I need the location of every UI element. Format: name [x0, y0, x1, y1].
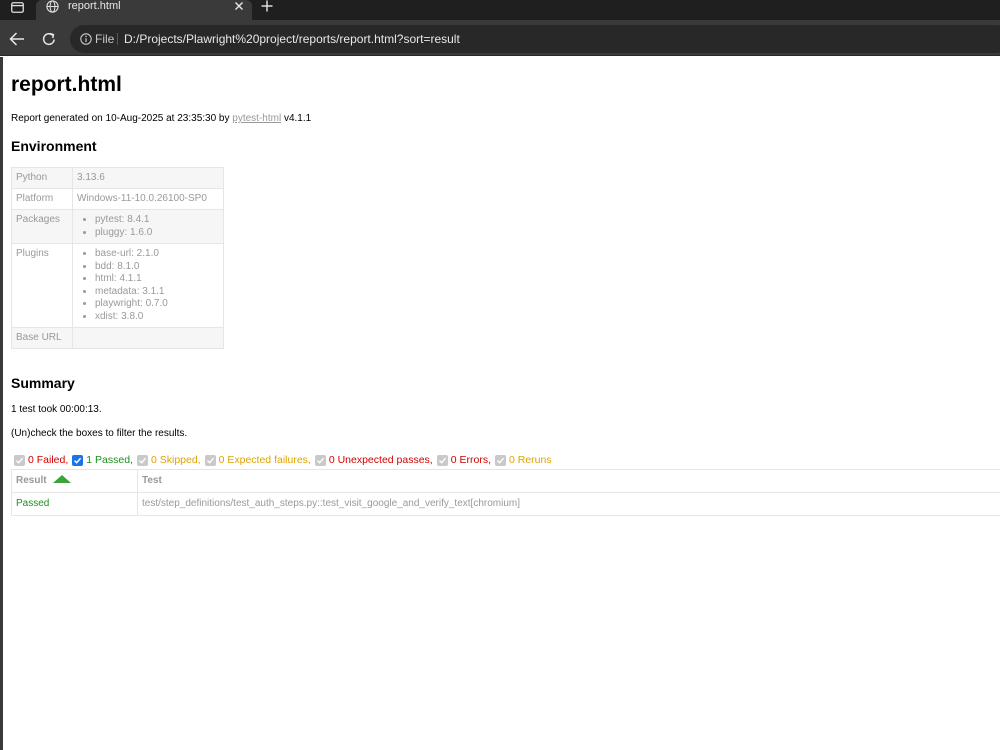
list-item: xdist: 3.8.0 [95, 311, 219, 324]
result-cell: Passed [11, 492, 138, 516]
results-table: Result Test Passed test/step_definitions… [11, 469, 1000, 516]
env-key: Python [11, 167, 73, 189]
filter-reruns-checkbox[interactable] [495, 454, 506, 466]
filter-failed-label: 0 Failed, [28, 454, 69, 466]
list-item: metadata: 3.1.1 [95, 286, 219, 299]
browser-toolbar: File D:/Projects/Plawright%20project/rep… [0, 20, 1000, 56]
info-icon[interactable] [79, 32, 93, 46]
list-item: pluggy: 1.6.0 [95, 227, 219, 240]
table-row[interactable]: Passed test/step_definitions/test_auth_s… [11, 492, 1000, 516]
env-row-python: Python 3.13.6 [11, 167, 224, 189]
env-row-plugins: Plugins base-url: 2.1.0 bdd: 8.1.0 html:… [11, 243, 224, 328]
env-row-platform: Platform Windows-11-10.0.26100-SP0 [11, 188, 224, 210]
tab-report[interactable]: report.html [36, 0, 252, 20]
address-bar[interactable]: File D:/Projects/Plawright%20project/rep… [70, 25, 1000, 53]
list-item: base-url: 2.1.0 [95, 248, 219, 261]
omnibox-divider [117, 33, 118, 45]
filter-failed-checkbox[interactable] [14, 454, 25, 466]
results-header-row: Result Test [11, 469, 1000, 493]
url-text[interactable]: D:/Projects/Plawright%20project/reports/… [124, 31, 460, 47]
filter-passed-label: 1 Passed, [86, 454, 133, 466]
plugins-list: base-url: 2.1.0 bdd: 8.1.0 html: 4.1.1 m… [77, 248, 219, 323]
column-header-result-label: Result [16, 475, 47, 486]
report-page: report.html Report generated on 10-Aug-2… [11, 57, 1000, 750]
file-scheme-label: File [95, 32, 115, 46]
plus-icon[interactable] [259, 0, 275, 13]
page-viewport: report.html Report generated on 10-Aug-2… [0, 57, 1000, 750]
env-value: 3.13.6 [72, 167, 224, 189]
filter-skipped-checkbox[interactable] [136, 454, 148, 466]
list-item: playwright: 0.7.0 [95, 298, 219, 311]
filter-xfailed-label: 0 Expected failures, [218, 454, 311, 466]
env-value: pytest: 8.4.1 pluggy: 1.6.0 [72, 209, 224, 244]
filter-skipped-label: 0 Skipped, [150, 454, 201, 466]
filter-xpassed[interactable]: 0 Unexpected passes, [314, 453, 433, 467]
env-value: Windows-11-10.0.26100-SP0 [72, 188, 224, 210]
environment-table: Python 3.13.6 Platform Windows-11-10.0.2… [11, 167, 224, 349]
filter-reruns[interactable]: 0 Reruns [495, 453, 552, 467]
summary-heading: Summary [11, 375, 75, 391]
env-value: base-url: 2.1.0 bdd: 8.1.0 html: 4.1.1 m… [72, 243, 224, 328]
back-arrow-icon[interactable] [7, 29, 27, 49]
sort-up-icon[interactable] [52, 475, 71, 484]
reload-icon[interactable] [39, 29, 59, 49]
result-filters: 0 Failed, 1 Passed, 0 Skipped, 0 Expecte… [14, 453, 552, 467]
generated-suffix: v4.1.1 [281, 113, 312, 124]
env-key: Base URL [11, 327, 73, 349]
filter-passed-checkbox[interactable] [72, 454, 84, 466]
close-icon[interactable] [232, 0, 246, 13]
env-key: Plugins [11, 243, 73, 328]
filter-errors-label: 0 Errors, [450, 454, 491, 466]
env-row-packages: Packages pytest: 8.4.1 pluggy: 1.6.0 [11, 209, 224, 244]
filter-xpassed-checkbox[interactable] [314, 454, 326, 466]
page-title: report.html [11, 73, 122, 96]
list-item: pytest: 8.4.1 [95, 214, 219, 227]
filter-errors[interactable]: 0 Errors, [436, 453, 491, 467]
env-row-base-url: Base URL [11, 327, 224, 349]
globe-icon [44, 0, 60, 13]
filter-reruns-label: 0 Reruns [509, 454, 552, 466]
column-header-result[interactable]: Result [11, 469, 138, 493]
tab-title: report.html [68, 0, 121, 12]
filter-errors-checkbox[interactable] [436, 454, 448, 466]
filter-instructions: (Un)check the boxes to filter the result… [11, 428, 188, 439]
filter-failed[interactable]: 0 Failed, [14, 453, 68, 467]
packages-list: pytest: 8.4.1 pluggy: 1.6.0 [77, 214, 219, 239]
generated-line: Report generated on 10-Aug-2025 at 23:35… [11, 112, 311, 126]
tab-bar: report.html [0, 0, 1000, 20]
environment-heading: Environment [11, 138, 97, 154]
tab-strip-icon[interactable] [7, 0, 27, 14]
filter-xpassed-label: 0 Unexpected passes, [328, 454, 433, 466]
filter-skipped[interactable]: 0 Skipped, [136, 453, 201, 467]
test-duration: 1 test took 00:00:13. [11, 404, 102, 415]
pytest-html-link[interactable]: pytest-html [232, 113, 281, 124]
generated-prefix: Report generated on 10-Aug-2025 at 23:35… [11, 113, 233, 124]
env-key: Packages [11, 209, 73, 244]
list-item: bdd: 8.1.0 [95, 261, 219, 274]
filter-passed[interactable]: 1 Passed, [72, 453, 133, 467]
env-value [72, 327, 224, 349]
column-header-test[interactable]: Test [137, 469, 1000, 493]
test-name-cell: test/step_definitions/test_auth_steps.py… [137, 492, 1000, 516]
env-key: Platform [11, 188, 73, 210]
filter-xfailed[interactable]: 0 Expected failures, [204, 453, 311, 467]
column-header-test-label: Test [142, 475, 162, 486]
list-item: html: 4.1.1 [95, 273, 219, 286]
filter-xfailed-checkbox[interactable] [204, 454, 216, 466]
